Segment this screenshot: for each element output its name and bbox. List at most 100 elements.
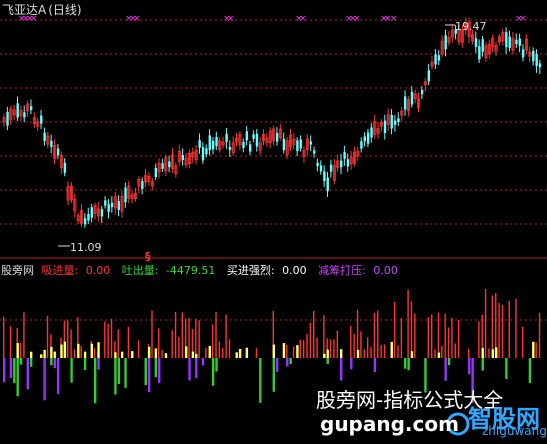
histogram-bar-absorb [360, 331, 362, 358]
histogram-bar-release [447, 358, 451, 366]
histogram-bar-absorb [333, 339, 335, 358]
candle-body-down [83, 218, 87, 225]
histogram-bar-strong-buy [77, 343, 80, 358]
candle-body-down [275, 133, 279, 142]
candle-body-down [538, 63, 542, 68]
candle-body-down [319, 165, 323, 172]
histogram-bar-absorb [222, 348, 224, 358]
histogram-bar-absorb [441, 345, 443, 358]
candle-body-down [518, 38, 522, 46]
candle-body-down [252, 134, 255, 139]
histogram-bar-release [404, 358, 407, 369]
histogram-bar-absorb [407, 289, 409, 358]
candle-body-down [50, 140, 53, 147]
candle-body-down [383, 120, 387, 134]
candle-body-down [390, 114, 393, 129]
candle-body-down [434, 54, 437, 65]
histogram-bar-absorb [427, 317, 430, 358]
candlestick-chart[interactable]: ×××× ××× ×× ×× ××× ××× ×× [0, 0, 547, 444]
candle-body-down [90, 207, 94, 218]
candle-body-down [343, 152, 346, 159]
histogram-bar-absorb [73, 349, 76, 358]
histogram-bar-absorb [515, 298, 517, 358]
histogram-bar-absorb [491, 295, 494, 358]
histogram-bar-absorb [46, 315, 49, 358]
candle-body-down [316, 162, 319, 166]
histogram-bar-absorb [498, 302, 500, 358]
histogram-bar-absorb [410, 301, 413, 358]
candle-body-down [215, 136, 218, 147]
candle-body-down [107, 204, 110, 212]
histogram-bar-absorb [309, 322, 312, 358]
legend-item-suppress: 减筹打压: 0.00 [318, 264, 398, 277]
histogram-bar-absorb [80, 346, 82, 358]
histogram-bar-strong-buy [53, 351, 56, 358]
histogram-bar-absorb [117, 329, 119, 358]
candle-body-down [168, 161, 171, 168]
histogram-bar-strong-buy [60, 344, 63, 358]
histogram-bar-release [114, 358, 117, 395]
chart-title: 飞亚达A (日线) [2, 1, 84, 18]
histogram-bar-suppress [444, 358, 447, 381]
candle-body-down [154, 167, 158, 178]
histogram-bar-absorb [350, 325, 352, 358]
candle-body-down [444, 35, 447, 50]
legend-item-release: 吐出量: -4479.51 [121, 264, 216, 277]
candle-body-down [532, 51, 535, 62]
candle-body-down [366, 132, 370, 144]
candle-body-down [309, 141, 313, 145]
histogram-bar-strong-buy [29, 351, 33, 358]
candle-body-down [104, 200, 107, 206]
candle-body-down [508, 36, 511, 48]
candle-body-down [420, 89, 424, 95]
histogram-bar-suppress [97, 358, 100, 370]
histogram-bar-release [505, 358, 508, 379]
histogram-bar-release [215, 358, 218, 372]
histogram-bar-strong-buy [410, 351, 414, 358]
histogram-bar-absorb [451, 317, 453, 358]
histogram-bar-strong-buy [437, 352, 441, 358]
signal-marker: × [390, 14, 398, 24]
histogram-bar-absorb [110, 318, 113, 358]
histogram-bar-absorb [434, 349, 436, 358]
histogram-bar-absorb [370, 346, 372, 358]
histogram-bar-strong-buy [154, 348, 158, 358]
histogram-bar-suppress [468, 358, 471, 375]
histogram-bar-release [124, 358, 127, 388]
histogram-bar-absorb [181, 312, 184, 358]
candle-body-down [393, 120, 397, 125]
candle-body-down [299, 139, 302, 149]
histogram-bar-strong-buy [282, 343, 286, 358]
candle-body-down [437, 55, 441, 61]
signal-marker: × [133, 14, 141, 24]
indicator-name: 股旁网 [1, 264, 34, 277]
candle-body-down [181, 155, 185, 160]
histogram-bar-absorb [380, 344, 382, 358]
histogram-bar-strong-buy [147, 346, 151, 358]
histogram-bar-strong-buy [356, 349, 360, 358]
histogram-bar-absorb [316, 337, 318, 358]
histogram-bar-absorb [323, 315, 325, 358]
candle-body-down [515, 39, 518, 45]
histogram-bar-release [259, 358, 262, 403]
histogram-bar-absorb [178, 336, 180, 358]
candle-body-down [521, 49, 525, 58]
histogram-bar-absorb [198, 320, 200, 358]
histogram-bar-strong-buy [238, 348, 242, 358]
histogram-bar-absorb [535, 342, 537, 358]
histogram-bar-strong-buy [43, 349, 46, 358]
histogram-bar-absorb [313, 310, 315, 358]
histogram-bar-strong-buy [235, 352, 238, 358]
histogram-bar-absorb [377, 310, 379, 358]
histogram-bar-release [117, 358, 120, 385]
histogram-bar-suppress [43, 358, 46, 401]
histogram-bar-suppress [56, 358, 60, 395]
histogram-bar-absorb [299, 339, 301, 358]
candle-body-down [100, 209, 104, 217]
histogram-bar-absorb [127, 327, 130, 358]
histogram-bar-absorb [437, 312, 440, 358]
histogram-bar-absorb [218, 341, 221, 358]
candle-body-down [329, 164, 333, 172]
watermark-logo-url: zhiguwang [482, 424, 547, 438]
histogram-bar-absorb [215, 311, 217, 358]
